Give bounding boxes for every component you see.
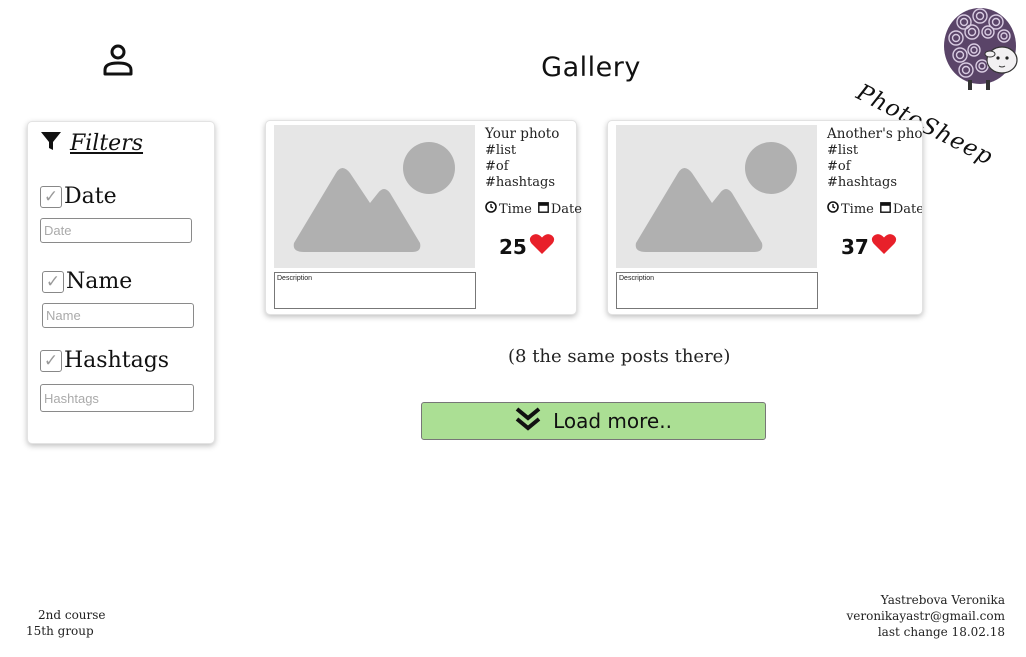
- date-checkbox[interactable]: ✓: [40, 185, 62, 208]
- photo-description-box[interactable]: Description: [274, 272, 476, 309]
- photo-time-date: Time Date: [485, 201, 582, 217]
- likes[interactable]: 25: [499, 233, 555, 260]
- footer-last-change: last change 18.02.18: [877, 625, 1005, 639]
- date-label: Date: [64, 184, 117, 209]
- footer-left: 2nd course 15th group: [26, 607, 106, 639]
- filters-title: Filters: [70, 130, 144, 156]
- likes[interactable]: 37: [841, 233, 897, 260]
- hashtag[interactable]: #list: [827, 143, 922, 159]
- heart-icon[interactable]: [529, 233, 555, 260]
- footer-author: Yastrebova Veronika: [880, 593, 1005, 607]
- clock-icon: [827, 201, 839, 217]
- name-input[interactable]: [42, 303, 194, 328]
- photo-meta: Your photo #list #of #hashtags: [485, 126, 559, 191]
- photo-time-date: Time Date: [827, 201, 923, 217]
- description-label: Description: [619, 275, 655, 282]
- description-label: Description: [277, 275, 313, 282]
- photo-placeholder-image[interactable]: [274, 125, 475, 268]
- filter-hashtags-row: ✓ Hashtags: [40, 348, 169, 373]
- footer-group: 15th group: [26, 624, 94, 638]
- page-title: Gallery: [541, 52, 641, 83]
- photo-card[interactable]: Description Another's photo #list #of #h…: [607, 120, 923, 315]
- hashtag[interactable]: #hashtags: [485, 175, 559, 191]
- calendar-icon: [537, 201, 549, 217]
- photo-meta: Another's photo #list #of #hashtags: [827, 126, 923, 191]
- name-label: Name: [66, 269, 133, 294]
- double-chevron-down-icon: [515, 406, 541, 436]
- hashtag[interactable]: #of: [827, 159, 922, 175]
- filters-panel: Filters ✓ Date ✓ Name ✓ Hashtags: [27, 121, 215, 444]
- load-more-button[interactable]: Load more..: [421, 402, 766, 440]
- date-input[interactable]: [40, 218, 192, 243]
- filters-header[interactable]: Filters: [40, 130, 143, 156]
- clock-icon: [485, 201, 497, 217]
- photo-description-box[interactable]: Description: [616, 272, 818, 309]
- calendar-icon: [879, 201, 891, 217]
- footer-email[interactable]: veronikayastr@gmail.com: [846, 608, 1005, 624]
- photo-title: Your photo: [485, 126, 560, 142]
- filter-date-row: ✓ Date: [40, 184, 117, 209]
- filter-name-row: ✓ Name: [42, 269, 132, 294]
- hashtags-checkbox[interactable]: ✓: [40, 349, 62, 372]
- hashtags-label: Hashtags: [64, 348, 170, 373]
- name-checkbox[interactable]: ✓: [42, 270, 64, 293]
- time-label: Time: [841, 201, 874, 217]
- hashtag[interactable]: #hashtags: [827, 175, 922, 191]
- likes-count: 37: [841, 234, 869, 259]
- footer-right: Yastrebova Veronika veronikayastr@gmail.…: [846, 592, 1005, 640]
- footer-course: 2nd course: [38, 608, 106, 622]
- sheep-logo-icon: [938, 0, 1024, 96]
- load-more-label: Load more..: [553, 409, 672, 433]
- posts-note: (8 the same posts there): [508, 346, 731, 367]
- date-label: Date: [892, 201, 923, 217]
- photo-title: Another's photo: [827, 126, 923, 142]
- photo-card[interactable]: Description Your photo #list #of #hashta…: [265, 120, 582, 315]
- hashtags-input[interactable]: [40, 384, 194, 412]
- likes-count: 25: [499, 234, 527, 259]
- filter-icon: [40, 130, 62, 156]
- photo-placeholder-image[interactable]: [616, 125, 817, 268]
- date-label: Date: [550, 201, 582, 217]
- hashtag[interactable]: #list: [485, 143, 559, 159]
- heart-icon[interactable]: [871, 233, 897, 260]
- hashtag[interactable]: #of: [485, 159, 559, 175]
- time-label: Time: [499, 201, 532, 217]
